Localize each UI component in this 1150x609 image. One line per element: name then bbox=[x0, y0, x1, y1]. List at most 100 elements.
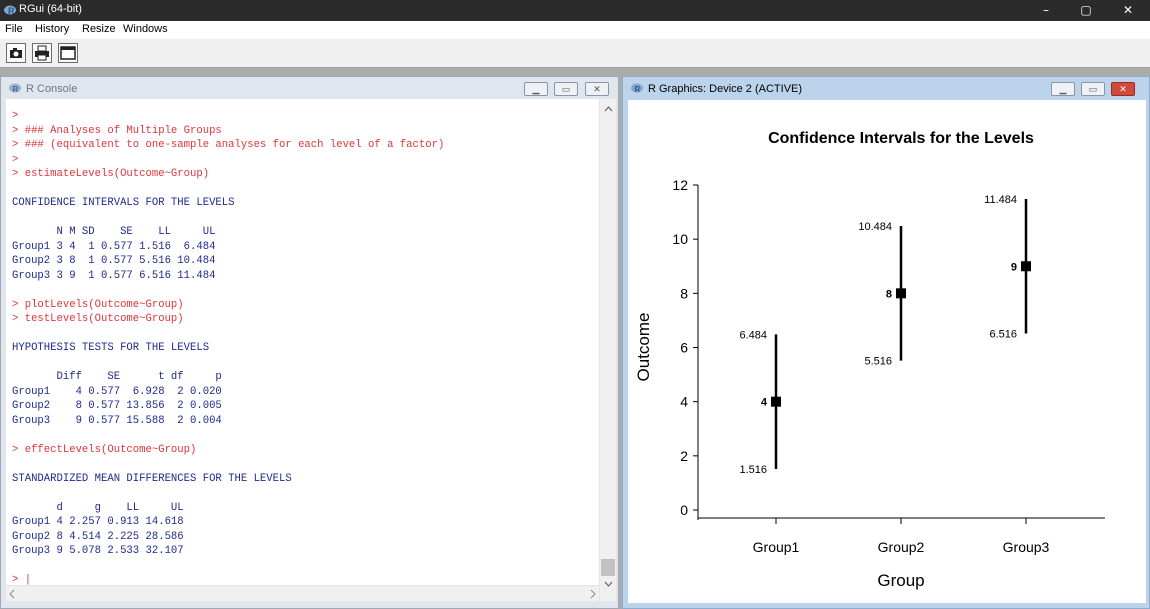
console-line: > testLevels(Outcome~Group) bbox=[12, 313, 184, 325]
console-output[interactable]: > > ### Analyses of Multiple Groups > ### … bbox=[6, 99, 616, 601]
scroll-left-icon bbox=[9, 589, 15, 599]
lower-label: 5.516 bbox=[864, 356, 892, 368]
app-titlebar: R RGui (64-bit) – ▢ ✕ bbox=[0, 0, 1150, 21]
console-minimize-button[interactable]: ▁ bbox=[524, 82, 548, 96]
menu-bar: File History Resize Windows bbox=[0, 21, 1150, 39]
upper-label: 11.484 bbox=[984, 194, 1017, 206]
upper-label: 10.484 bbox=[858, 221, 892, 233]
menu-file[interactable]: File bbox=[5, 23, 23, 35]
console-line: Group1 4 0.577 6.928 2 0.020 bbox=[12, 385, 222, 398]
console-line: HYPOTHESIS TESTS FOR THE LEVELS bbox=[12, 342, 210, 354]
console-title: R Console bbox=[26, 83, 78, 95]
console-vertical-scrollbar[interactable] bbox=[599, 99, 616, 601]
graphics-close-button[interactable]: ✕ bbox=[1111, 82, 1135, 96]
scroll-up-icon bbox=[604, 106, 613, 112]
camera-icon bbox=[10, 48, 22, 58]
console-line: d g LL UL bbox=[12, 501, 184, 514]
y-tick-label: 12 bbox=[672, 177, 688, 193]
graphics-restore-button[interactable]: ▭ bbox=[1081, 82, 1105, 96]
console-line: Diff SE t df p bbox=[12, 371, 222, 383]
console-text: > > ### Analyses of Multiple Groups > ### … bbox=[12, 109, 444, 588]
r-console-window: R R Console ▁ ▭ ✕ > > ### Analyses of Mul… bbox=[0, 76, 619, 609]
y-tick-label: 4 bbox=[680, 394, 688, 410]
value-label: 4 bbox=[761, 397, 768, 409]
y-tick-label: 6 bbox=[680, 340, 688, 356]
svg-text:R: R bbox=[8, 6, 15, 16]
console-close-button[interactable]: ✕ bbox=[585, 82, 609, 96]
graphics-minimize-button[interactable]: ▁ bbox=[1051, 82, 1075, 96]
console-line: > bbox=[12, 153, 19, 166]
console-line: N M SD SE LL UL bbox=[12, 226, 216, 238]
r-logo-icon: R bbox=[631, 83, 643, 94]
svg-text:R: R bbox=[13, 85, 19, 94]
graphics-title: R Graphics: Device 2 (ACTIVE) bbox=[648, 83, 803, 95]
console-restore-button[interactable]: ▭ bbox=[554, 82, 578, 96]
menu-history[interactable]: History bbox=[35, 23, 69, 35]
lower-label: 6.516 bbox=[989, 329, 1017, 341]
scroll-down-icon bbox=[604, 581, 613, 587]
console-line: Group3 9 0.577 15.588 2 0.004 bbox=[12, 414, 222, 427]
lower-label: 1.516 bbox=[739, 464, 767, 476]
y-axis-label: Outcome bbox=[634, 313, 653, 382]
console-window-button[interactable] bbox=[58, 43, 78, 63]
r-graphics-window: R R Graphics: Device 2 (ACTIVE) ▁ ▭ ✕ Co… bbox=[622, 76, 1150, 609]
console-line: > plotLevels(Outcome~Group) bbox=[12, 298, 184, 311]
y-tick-label: 0 bbox=[680, 502, 688, 518]
console-line: CONFIDENCE INTERVALS FOR THE LEVELS bbox=[12, 197, 235, 209]
value-label: 8 bbox=[886, 288, 892, 300]
x-tick-label: Group1 bbox=[753, 539, 800, 555]
console-line: > estimateLevels(Outcome~Group) bbox=[12, 168, 210, 180]
console-horizontal-scrollbar[interactable] bbox=[6, 585, 599, 601]
console-line: Group1 3 4 1 0.577 1.516 6.484 bbox=[12, 240, 216, 253]
console-line: Group2 8 4.514 2.225 28.586 bbox=[12, 530, 184, 543]
printer-icon bbox=[35, 45, 49, 61]
r-logo-icon: R bbox=[9, 83, 21, 94]
toolbar bbox=[0, 39, 1150, 68]
value-label: 9 bbox=[1011, 261, 1017, 273]
y-tick-label: 10 bbox=[672, 231, 688, 247]
maximize-button[interactable]: ▢ bbox=[1064, 0, 1108, 21]
x-tick-label: Group3 bbox=[1003, 539, 1050, 555]
console-line: > effectLevels(Outcome~Group) bbox=[12, 443, 197, 456]
svg-text:R: R bbox=[635, 85, 641, 94]
console-line: Group3 3 9 1 0.577 6.516 11.484 bbox=[12, 269, 216, 282]
copy-to-clipboard-button[interactable] bbox=[6, 43, 26, 63]
close-button[interactable]: ✕ bbox=[1106, 0, 1150, 21]
app-title: RGui (64-bit) bbox=[19, 3, 82, 15]
menu-resize[interactable]: Resize bbox=[82, 23, 116, 35]
console-titlebar[interactable]: R R Console ▁ ▭ ✕ bbox=[1, 77, 618, 101]
console-line: Group1 4 2.257 0.913 14.618 bbox=[12, 516, 184, 528]
point-marker bbox=[771, 396, 781, 407]
rgui-app-icon: R bbox=[4, 5, 16, 16]
scroll-thumb bbox=[601, 559, 615, 576]
y-tick-label: 2 bbox=[680, 448, 688, 464]
upper-label: 6.484 bbox=[739, 329, 767, 341]
console-line: Group3 9 5.078 2.533 32.107 bbox=[12, 545, 184, 557]
print-button[interactable] bbox=[32, 43, 52, 63]
scroll-right-icon bbox=[590, 589, 596, 599]
chart-title: Confidence Intervals for the Levels bbox=[768, 130, 1034, 147]
console-line: > ### (equivalent to one-sample analyses… bbox=[12, 139, 445, 151]
console-line: > bbox=[12, 110, 19, 122]
console-line: > ### Analyses of Multiple Groups bbox=[12, 124, 222, 137]
console-line: Group2 3 8 1 0.577 5.516 10.484 bbox=[12, 255, 216, 267]
minimize-button[interactable]: – bbox=[1024, 0, 1068, 21]
console-line: STANDARDIZED MEAN DIFFERENCES FOR THE LE… bbox=[12, 472, 292, 485]
plot-area[interactable]: Confidence Intervals for the Levels 0 2 4 6 8… bbox=[628, 100, 1146, 603]
point-marker bbox=[1021, 261, 1031, 272]
menu-windows[interactable]: Windows bbox=[123, 23, 168, 35]
console-line: Group2 8 0.577 13.856 2 0.005 bbox=[12, 400, 222, 412]
point-marker bbox=[896, 288, 906, 299]
graphics-titlebar[interactable]: R R Graphics: Device 2 (ACTIVE) ▁ ▭ ✕ bbox=[623, 77, 1149, 101]
ci-plot: Confidence Intervals for the Levels 0 2 4 6 8… bbox=[634, 130, 1105, 590]
window-icon bbox=[60, 46, 76, 60]
